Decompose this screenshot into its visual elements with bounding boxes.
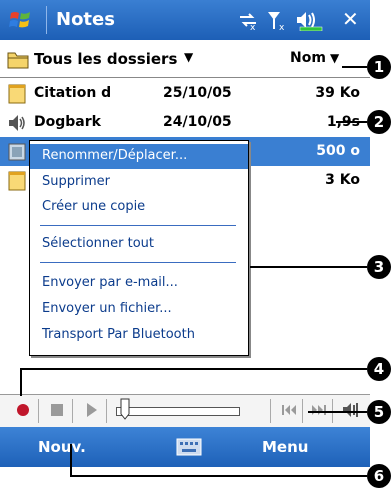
menu-separator <box>40 225 236 226</box>
toolbar-divider <box>106 399 107 423</box>
file-date: 24/10/05 <box>163 114 232 130</box>
callout-line <box>20 368 22 396</box>
menu-separator <box>40 262 236 263</box>
menu-item-label: Transport Par Bluetooth <box>42 327 195 342</box>
chevron-down-icon: ▼ <box>184 50 194 64</box>
toolbar-divider <box>270 399 271 423</box>
toolbar-divider <box>38 399 39 423</box>
signal-off-icon[interactable]: x <box>266 9 290 31</box>
callout-line <box>250 266 367 268</box>
menu-item-label: Créer une copie <box>42 199 146 214</box>
list-item[interactable]: Citation d 25/10/05 39 Ko <box>0 79 370 108</box>
volume-icon[interactable] <box>294 9 324 31</box>
note-file-icon <box>8 84 26 104</box>
pocketpc-screen: Notes x x ✕ Tous les dossiers ▼ Nom ▼ Ci… <box>0 0 373 488</box>
skip-back-icon[interactable] <box>278 399 300 421</box>
recording-icon <box>9 115 25 131</box>
menu-item-label: Renommer/Déplacer... <box>42 148 188 163</box>
menu-item-bluetooth[interactable]: Transport Par Bluetooth <box>30 323 248 348</box>
callout-line <box>70 444 72 476</box>
callout-line <box>70 475 367 477</box>
slider-thumb[interactable] <box>120 398 130 420</box>
menu-item-label: Sélectionner tout <box>42 236 155 251</box>
callout-1: 1 <box>367 55 391 79</box>
menu-item-label: Envoyer un fichier... <box>42 301 172 316</box>
note-file-icon <box>8 171 26 191</box>
context-menu: Renommer/Déplacer... Supprimer Créer une… <box>29 140 249 356</box>
record-icon[interactable] <box>12 399 34 421</box>
callout-4: 4 <box>367 357 391 381</box>
svg-text:x: x <box>279 23 285 31</box>
menu-button[interactable]: Menu <box>262 438 308 456</box>
windows-start-icon[interactable] <box>8 7 34 33</box>
folder-icon <box>7 52 29 69</box>
svg-text:x: x <box>250 23 256 31</box>
folder-header: Tous les dossiers ▼ Nom ▼ <box>0 43 370 78</box>
playback-slider[interactable] <box>116 407 240 416</box>
list-item[interactable]: Dogbark 24/10/05 1,9s <box>0 108 370 137</box>
callout-6: 6 <box>367 464 391 488</box>
skip-forward-icon[interactable] <box>308 399 330 421</box>
file-size: 500 o <box>316 143 360 159</box>
menu-item-label: Supprimer <box>42 174 110 189</box>
menu-item-select-all[interactable]: Sélectionner tout <box>30 232 248 257</box>
folder-label: Tous les dossiers <box>34 50 178 68</box>
title-bar: Notes x x ✕ <box>0 0 370 40</box>
connectivity-icon[interactable]: x <box>236 9 260 31</box>
file-name: Citation d <box>34 85 112 101</box>
callout-line <box>20 368 367 370</box>
softkey-bar: Nouv. Menu <box>0 427 370 467</box>
menu-item-send-file[interactable]: Envoyer un fichier... <box>30 297 248 322</box>
keyboard-icon[interactable] <box>176 438 202 456</box>
play-icon[interactable] <box>80 399 102 421</box>
new-button[interactable]: Nouv. <box>38 438 86 456</box>
stop-icon[interactable] <box>46 399 68 421</box>
file-size: 39 Ko <box>315 85 360 101</box>
file-size: 3 Ko <box>325 172 360 188</box>
title-separator <box>46 6 47 34</box>
close-button[interactable]: ✕ <box>338 7 364 33</box>
callout-line <box>336 121 367 123</box>
callout-line <box>342 66 367 68</box>
menu-item-delete[interactable]: Supprimer <box>30 170 248 195</box>
app-title: Notes <box>56 9 115 30</box>
sort-label: Nom <box>290 50 326 66</box>
chevron-down-icon: ▼ <box>330 51 340 65</box>
menu-item-rename-move[interactable]: Renommer/Déplacer... <box>30 144 248 169</box>
close-icon: ✕ <box>342 7 359 31</box>
menu-item-label: Envoyer par e-mail... <box>42 275 178 290</box>
file-name: Dogbark <box>34 114 101 130</box>
callout-line <box>308 411 367 413</box>
callout-3: 3 <box>367 255 391 279</box>
callout-2: 2 <box>367 110 391 134</box>
callout-5: 5 <box>367 400 391 424</box>
file-date: 25/10/05 <box>163 85 232 101</box>
speaker-icon[interactable] <box>340 399 362 421</box>
menu-item-send-email[interactable]: Envoyer par e-mail... <box>30 271 248 296</box>
sort-dropdown[interactable]: Nom ▼ <box>290 43 368 77</box>
image-file-icon <box>8 143 26 161</box>
toolbar-divider <box>302 399 303 423</box>
menu-item-copy[interactable]: Créer une copie <box>30 195 248 220</box>
folder-dropdown[interactable]: Tous les dossiers ▼ <box>34 43 204 77</box>
toolbar-divider <box>72 399 73 423</box>
